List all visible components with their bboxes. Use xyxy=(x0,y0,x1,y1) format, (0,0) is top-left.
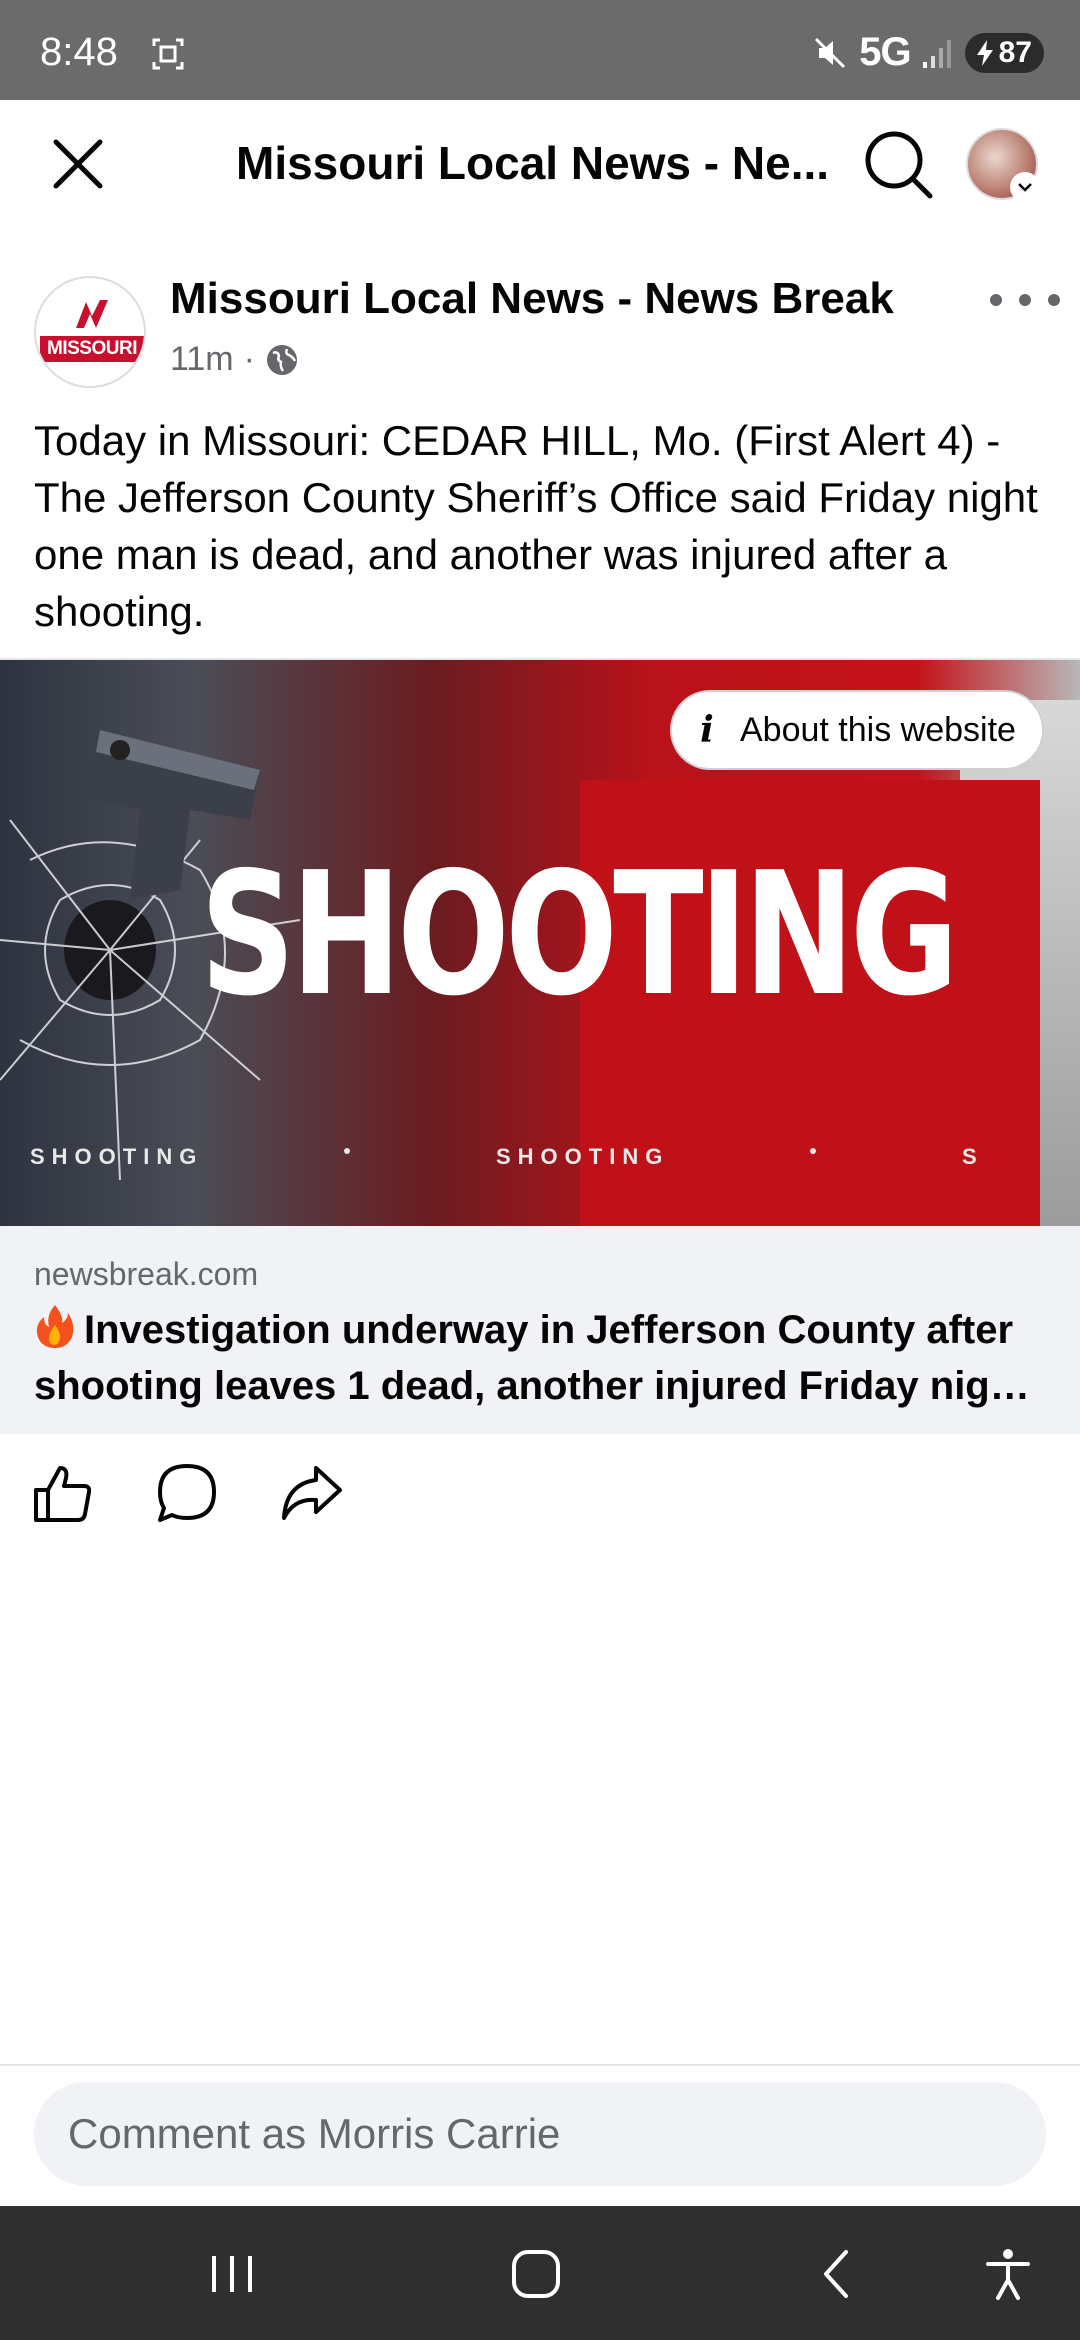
image-ticker-text: SHOOTING xyxy=(496,1144,670,1169)
app-bar: Missouri Local News - Ne... xyxy=(0,100,1080,228)
ticker-dot xyxy=(810,1148,816,1154)
post-meta: 11m · xyxy=(170,340,299,379)
search-icon[interactable] xyxy=(860,126,936,202)
meta-separator: · xyxy=(243,340,255,378)
link-preview-image[interactable]: SHOOTING SHOOTING SHOOTING S i About thi… xyxy=(0,660,1080,1226)
chevron-down-icon[interactable] xyxy=(1010,172,1040,202)
network-type: 5G xyxy=(859,30,911,74)
mute-icon xyxy=(815,37,846,68)
screenshot-icon xyxy=(152,38,184,70)
system-nav-bar xyxy=(0,2206,1080,2340)
link-title: Investigation underway in Jefferson Coun… xyxy=(34,1302,1054,1414)
post-actions xyxy=(0,1460,1080,1540)
dot-icon xyxy=(1048,294,1060,306)
accessibility-icon[interactable] xyxy=(976,2242,1040,2306)
globe-icon xyxy=(266,344,297,375)
about-label: About this website xyxy=(740,710,1016,749)
post-text[interactable]: Today in Missouri: CEDAR HILL, Mo. (Firs… xyxy=(34,412,1054,640)
close-button[interactable] xyxy=(44,130,112,198)
dot-icon xyxy=(990,294,1002,306)
battery-level: 87 xyxy=(998,35,1032,69)
charging-icon xyxy=(976,39,993,66)
post-age: 11m xyxy=(170,340,234,378)
image-headline: SHOOTING xyxy=(200,836,959,1034)
image-ticker-text: SHOOTING xyxy=(30,1144,204,1169)
close-icon xyxy=(53,139,103,189)
fire-icon xyxy=(36,1305,74,1348)
share-icon[interactable] xyxy=(278,1460,344,1526)
battery-indicator: 87 xyxy=(964,32,1044,73)
post-header: MISSOURI Missouri Local News - News Brea… xyxy=(0,260,1080,410)
image-ticker-text: S xyxy=(962,1144,984,1169)
divider xyxy=(0,2064,1080,2066)
link-preview-meta[interactable]: newsbreak.com Investigation underway in … xyxy=(0,1226,1080,1434)
newsbreak-logo-icon xyxy=(76,300,108,328)
status-time: 8:48 xyxy=(40,30,118,74)
comment-icon[interactable] xyxy=(154,1460,220,1526)
status-bar: 8:48 5G 87 xyxy=(0,0,1080,100)
back-icon[interactable] xyxy=(806,2242,870,2306)
page-title: Missouri Local News - Ne... xyxy=(236,137,830,189)
like-icon[interactable] xyxy=(30,1460,96,1526)
logo-label: MISSOURI xyxy=(40,336,144,362)
signal-icon xyxy=(922,39,951,68)
dot-icon xyxy=(1019,294,1031,306)
link-domain: newsbreak.com xyxy=(34,1256,259,1292)
recent-apps-icon[interactable] xyxy=(200,2242,264,2306)
about-this-website-button[interactable]: i About this website xyxy=(670,690,1044,770)
comment-input[interactable]: Comment as Morris Carrie xyxy=(34,2082,1046,2186)
ticker-dot xyxy=(344,1148,350,1154)
info-icon: i xyxy=(700,709,714,751)
page-logo[interactable]: MISSOURI xyxy=(34,276,146,388)
home-icon[interactable] xyxy=(504,2242,568,2306)
more-options-button[interactable] xyxy=(990,280,1060,320)
post-page-name[interactable]: Missouri Local News - News Break xyxy=(170,274,894,324)
link-title-text: Investigation underway in Jefferson Coun… xyxy=(34,1308,1028,1408)
